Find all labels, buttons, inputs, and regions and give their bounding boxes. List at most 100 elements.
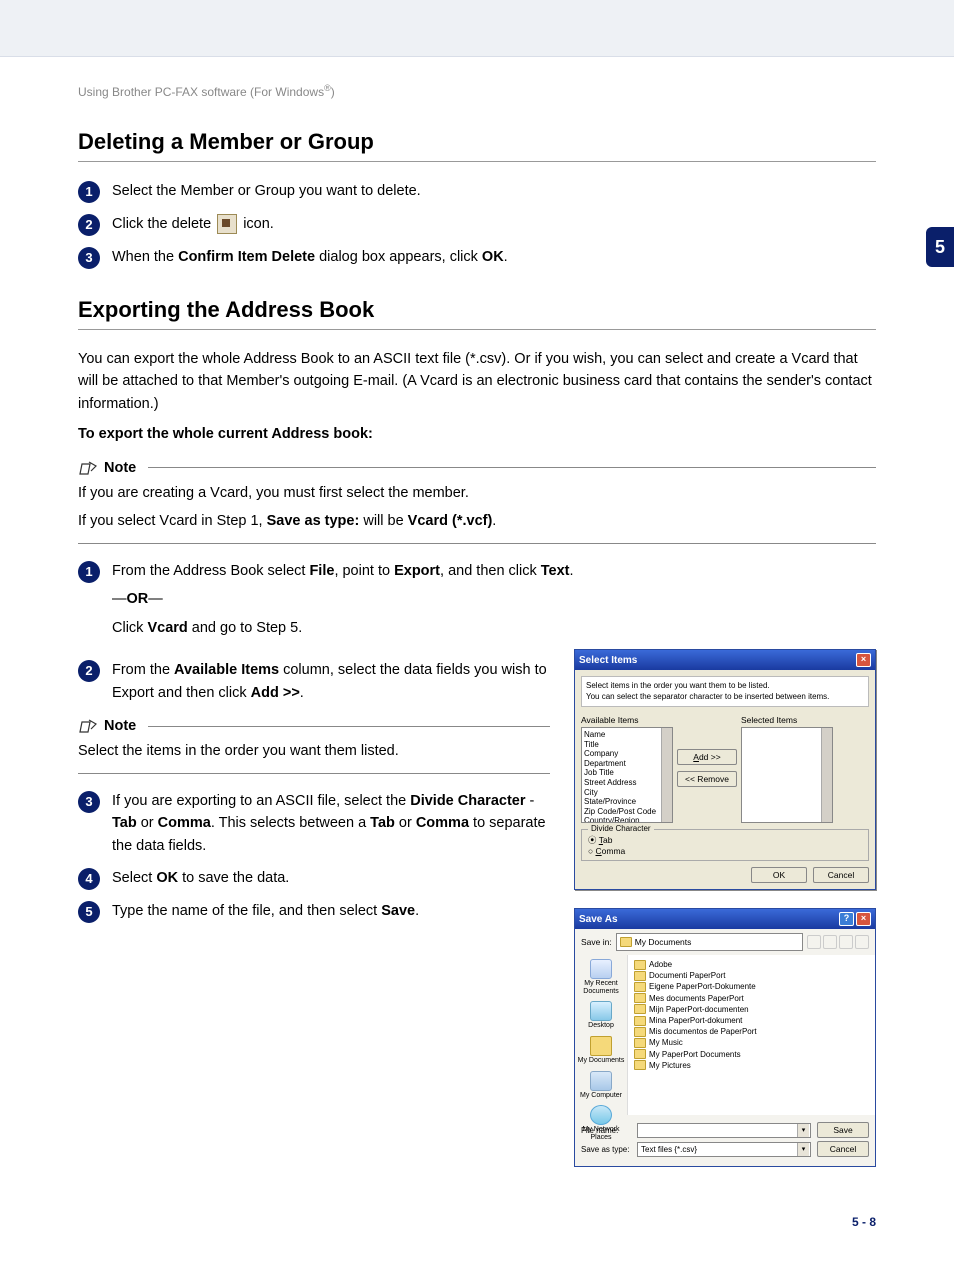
dialog-titlebar[interactable]: Select Items × [575, 650, 875, 670]
note-icon [78, 460, 98, 476]
list-item[interactable]: Department [584, 759, 670, 769]
t: . [492, 513, 496, 529]
places-my-documents[interactable]: My Documents [578, 1036, 625, 1065]
folder-icon [634, 1038, 646, 1048]
comma-label-2: Comma [416, 815, 469, 831]
filename-input[interactable] [637, 1123, 811, 1138]
close-icon[interactable]: × [856, 653, 871, 667]
back-icon[interactable] [807, 935, 821, 949]
file-name: Mis documentos de PaperPort [649, 1026, 757, 1037]
dialog-instructions: Select items in the order you want them … [581, 676, 869, 707]
cancel-button[interactable]: Cancel [817, 1141, 869, 1157]
views-icon[interactable] [855, 935, 869, 949]
t: , point to [334, 563, 394, 579]
folder-icon [634, 1049, 646, 1059]
list-item[interactable]: Zip Code/Post Code [584, 807, 670, 817]
list-item[interactable]: Adobe [634, 959, 869, 970]
add-label: Add >> [251, 685, 300, 701]
save-in-dropdown[interactable]: My Documents [616, 933, 803, 951]
note-icon [78, 718, 98, 734]
selected-items-listbox[interactable] [741, 727, 833, 823]
export-intro: You can export the whole Address Book to… [78, 348, 876, 415]
step-text: When the Confirm Item Delete dialog box … [112, 246, 876, 268]
section-title-export: Exporting the Address Book [78, 297, 876, 323]
cancel-button[interactable]: Cancel [813, 867, 869, 883]
add-button[interactable]: Add >> [677, 749, 737, 765]
list-item[interactable]: State/Province [584, 797, 670, 807]
folder-icon [634, 960, 646, 970]
running-header: Using Brother PC-FAX software (For Windo… [78, 83, 876, 99]
up-icon[interactable] [823, 935, 837, 949]
radio-comma[interactable]: ○ Comma [588, 846, 862, 856]
step-export-1: 1 From the Address Book select File, poi… [78, 560, 876, 639]
list-item[interactable]: Documenti PaperPort [634, 970, 869, 981]
available-items-listbox[interactable]: Name Title Company Department Job Title … [581, 727, 673, 823]
ok-button[interactable]: OK [751, 867, 807, 883]
note-block-1: Note If you are creating a Vcard, you mu… [78, 460, 876, 544]
list-item[interactable]: Mina PaperPort-dokument [634, 1015, 869, 1026]
list-item[interactable]: Mis documentos de PaperPort [634, 1026, 869, 1037]
step-2b: icon. [239, 216, 274, 232]
dialog-titlebar[interactable]: Save As ? × [575, 909, 875, 929]
divide-character-legend: Divide Character [588, 824, 654, 833]
instr-line: Select items in the order you want them … [586, 681, 864, 691]
save-button[interactable]: Save [817, 1122, 869, 1138]
section-rule [78, 329, 876, 330]
save-in-label: Save in: [581, 937, 612, 947]
list-item[interactable]: Name [584, 730, 670, 740]
list-item[interactable]: Title [584, 740, 670, 750]
t: to save the data. [178, 870, 289, 886]
places-recent[interactable]: My Recent Documents [575, 959, 627, 995]
step-text: If you are exporting to an ASCII file, s… [112, 790, 550, 857]
list-item[interactable]: My Pictures [634, 1060, 869, 1071]
file-list[interactable]: Adobe Documenti PaperPort Eigene PaperPo… [628, 955, 875, 1115]
em-dash: — [112, 591, 127, 607]
t: - [525, 793, 534, 809]
list-item[interactable]: Street Address [584, 778, 670, 788]
list-item[interactable]: Mes documents PaperPort [634, 993, 869, 1004]
step-number-2: 2 [78, 214, 100, 236]
recent-icon [590, 959, 612, 979]
help-icon[interactable]: ? [839, 912, 854, 926]
list-item[interactable]: My PaperPort Documents [634, 1049, 869, 1060]
available-items-label: Available Items [174, 662, 279, 678]
list-item[interactable]: Eigene PaperPort-Dokumente [634, 981, 869, 992]
section-title-delete: Deleting a Member or Group [78, 129, 876, 155]
list-item[interactable]: Mijn PaperPort-documenten [634, 1004, 869, 1015]
savetype-dropdown[interactable]: Text files {*.csv} [637, 1142, 811, 1157]
places-network[interactable]: My Network Places [575, 1105, 627, 1141]
radio-tab[interactable]: ⦿ Tab [588, 834, 862, 846]
new-folder-icon[interactable] [839, 935, 853, 949]
close-icon[interactable]: × [856, 912, 871, 926]
file-name: My Music [649, 1037, 683, 1048]
t: or [395, 815, 416, 831]
save-as-dialog: Save As ? × Save in: My Documents [574, 908, 876, 1167]
divide-character-group: Divide Character ⦿ Tab ○ Comma [581, 829, 869, 861]
list-item[interactable]: Company [584, 749, 670, 759]
remove-button[interactable]: << Remove [677, 771, 737, 787]
list-item[interactable]: Job Title [584, 768, 670, 778]
network-icon [590, 1105, 612, 1125]
tab-label-2: Tab [370, 815, 395, 831]
step-export-2: 2 From the Available Items column, selec… [78, 659, 550, 704]
delete-icon [217, 214, 237, 234]
page-number: 5 - 8 [78, 1215, 876, 1229]
step-number-4: 4 [78, 868, 100, 890]
t: Select [112, 870, 156, 886]
file-name: Eigene PaperPort-Dokumente [649, 981, 756, 992]
list-item[interactable]: My Music [634, 1037, 869, 1048]
save-label: Save [381, 903, 415, 919]
list-item[interactable]: Country/Region [584, 816, 670, 823]
folder-icon [634, 1016, 646, 1026]
page-content: 5 Using Brother PC-FAX software (For Win… [0, 57, 954, 1269]
t: , and then click [440, 563, 541, 579]
step-number-1: 1 [78, 561, 100, 583]
em-dash: — [148, 591, 163, 607]
places-my-computer[interactable]: My Computer [580, 1071, 622, 1100]
places-desktop[interactable]: Desktop [588, 1001, 614, 1030]
divide-character-label: Divide Character [410, 793, 525, 809]
ok-label: OK [156, 870, 178, 886]
t: will be [359, 513, 407, 529]
t: dialog box appears, click [315, 249, 482, 265]
list-item[interactable]: City [584, 788, 670, 798]
